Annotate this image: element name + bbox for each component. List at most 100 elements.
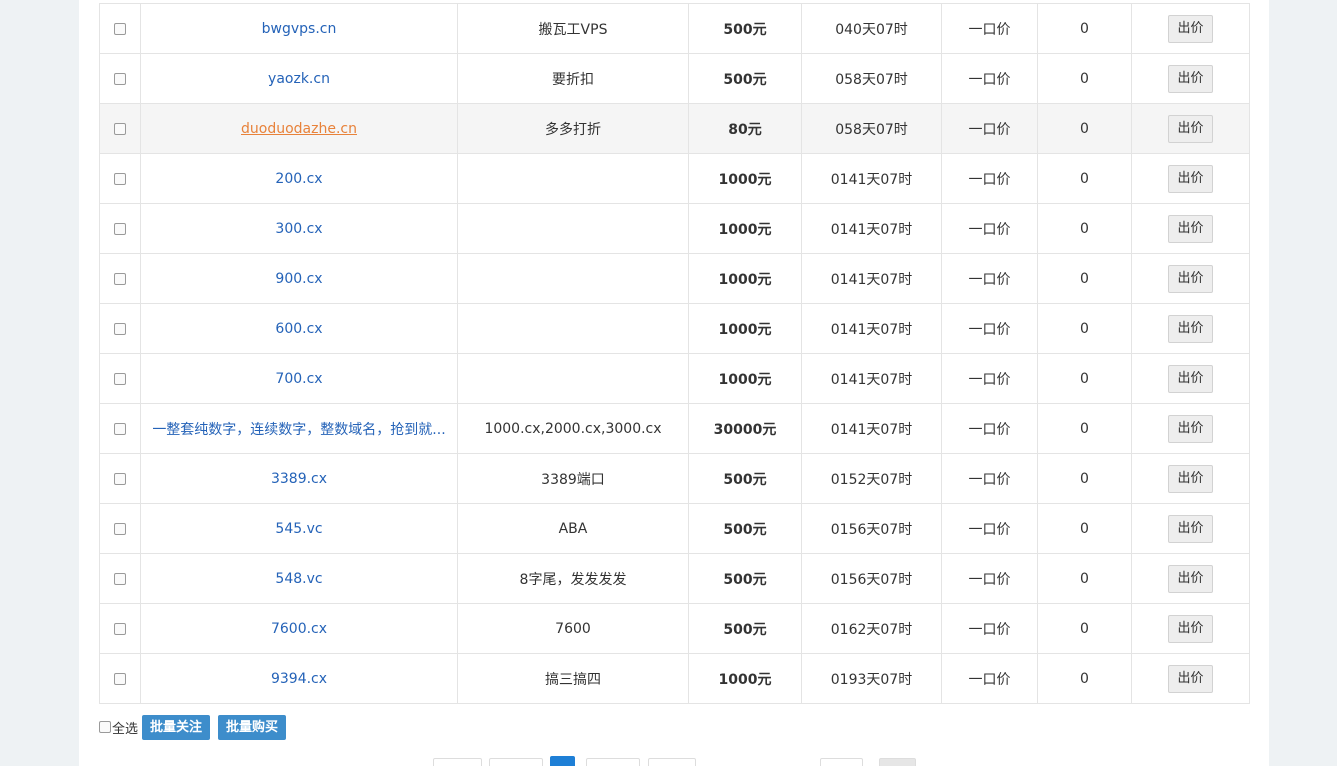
domain-link[interactable]: 7600.cx <box>271 621 327 637</box>
pagination-goto-button[interactable] <box>879 758 916 766</box>
row-checkbox[interactable] <box>114 322 126 335</box>
price: 1000元 <box>718 171 772 188</box>
row-checkbox[interactable] <box>114 272 126 285</box>
bid-button[interactable]: 出价 <box>1168 214 1213 243</box>
pagination-current-page[interactable] <box>550 756 575 766</box>
pagination-goto-input[interactable] <box>820 758 863 766</box>
row-checkbox[interactable] <box>114 422 126 435</box>
domain-link[interactable]: 一整套纯数字，连续数字，整数域名，抢到就... <box>152 422 445 438</box>
table-row: 7600.cx 7600 500元 0162天07时 一口价 0 出价 <box>99 603 1250 654</box>
bid-button[interactable]: 出价 <box>1168 114 1213 143</box>
domain-link[interactable]: 545.vc <box>275 521 322 537</box>
action-cell: 出价 <box>1131 153 1250 204</box>
domain-link[interactable]: 3389.cx <box>271 471 327 487</box>
row-checkbox[interactable] <box>114 572 126 585</box>
bid-button[interactable]: 出价 <box>1168 264 1213 293</box>
bid-button[interactable]: 出价 <box>1168 314 1213 343</box>
row-checkbox[interactable] <box>114 222 126 235</box>
bid-button[interactable]: 出价 <box>1168 14 1213 43</box>
bid-count-cell: 0 <box>1037 103 1132 154</box>
remaining-time-cell: 058天07时 <box>801 103 942 154</box>
description-cell <box>457 203 689 254</box>
domain-link[interactable]: 700.cx <box>275 371 322 387</box>
price: 500元 <box>723 521 767 538</box>
price-cell: 500元 <box>688 553 802 604</box>
description-cell: 搞三搞四 <box>457 653 689 704</box>
remaining-time-cell: 0156天07时 <box>801 553 942 604</box>
price: 500元 <box>723 21 767 38</box>
row-checkbox[interactable] <box>114 172 126 185</box>
table-row: 548.vc 8字尾，发发发发 500元 0156天07时 一口价 0 出价 <box>99 553 1250 604</box>
domain-cell: 一整套纯数字，连续数字，整数域名，抢到就... <box>140 403 458 454</box>
pagination-prev[interactable] <box>489 758 543 766</box>
row-checkbox-cell <box>99 603 141 654</box>
bid-button[interactable]: 出价 <box>1168 364 1213 393</box>
domain-link[interactable]: 9394.cx <box>271 671 327 687</box>
sale-type-cell: 一口价 <box>941 353 1038 404</box>
row-checkbox[interactable] <box>114 122 126 135</box>
domain-link[interactable]: 200.cx <box>275 171 322 187</box>
pagination-last[interactable] <box>648 758 696 766</box>
domain-link[interactable]: 900.cx <box>275 271 322 287</box>
content-panel: bwgvps.cn 搬瓦工VPS 500元 040天07时 一口价 0 出价 yaozk.cn… <box>79 0 1269 766</box>
row-checkbox[interactable] <box>114 522 126 535</box>
domain-link[interactable]: bwgvps.cn <box>262 21 337 37</box>
price-cell: 1000元 <box>688 303 802 354</box>
row-checkbox[interactable] <box>114 72 126 85</box>
sale-type-cell: 一口价 <box>941 453 1038 504</box>
table-body: bwgvps.cn 搬瓦工VPS 500元 040天07时 一口价 0 出价 yaozk.cn… <box>99 3 1250 704</box>
bid-count-cell: 0 <box>1037 53 1132 104</box>
domain-link[interactable]: 600.cx <box>275 321 322 337</box>
bid-button[interactable]: 出价 <box>1168 514 1213 543</box>
remaining-time-cell: 040天07时 <box>801 3 942 54</box>
sale-type-cell: 一口价 <box>941 103 1038 154</box>
bid-button[interactable]: 出价 <box>1168 414 1213 443</box>
row-checkbox[interactable] <box>114 372 126 385</box>
row-checkbox[interactable] <box>114 472 126 485</box>
table-row: 9394.cx 搞三搞四 1000元 0193天07时 一口价 0 出价 <box>99 653 1250 704</box>
bid-button[interactable]: 出价 <box>1168 664 1213 693</box>
bid-button[interactable]: 出价 <box>1168 164 1213 193</box>
bid-button[interactable]: 出价 <box>1168 614 1213 643</box>
description-cell: 7600 <box>457 603 689 654</box>
table-row: 一整套纯数字，连续数字，整数域名，抢到就... 1000.cx,2000.cx,3… <box>99 403 1250 454</box>
domain-link[interactable]: 548.vc <box>275 571 322 587</box>
row-checkbox-cell <box>99 303 141 354</box>
domain-cell: 700.cx <box>140 353 458 404</box>
batch-buy-button[interactable]: 批量购买 <box>218 714 287 740</box>
remaining-time-cell: 0141天07时 <box>801 403 942 454</box>
sale-type-cell: 一口价 <box>941 253 1038 304</box>
price: 80元 <box>728 121 762 138</box>
action-cell: 出价 <box>1131 603 1250 654</box>
remaining-time-cell: 0156天07时 <box>801 503 942 554</box>
action-cell: 出价 <box>1131 503 1250 554</box>
description-cell: 多多打折 <box>457 103 689 154</box>
pagination-next[interactable] <box>586 758 640 766</box>
action-cell: 出价 <box>1131 353 1250 404</box>
row-checkbox[interactable] <box>114 622 126 635</box>
domain-cell: 7600.cx <box>140 603 458 654</box>
price: 1000元 <box>718 321 772 338</box>
domain-link[interactable]: yaozk.cn <box>268 71 330 87</box>
price: 1000元 <box>718 221 772 238</box>
domain-link[interactable]: duoduodazhe.cn <box>241 121 357 137</box>
row-checkbox[interactable] <box>114 672 126 685</box>
domain-link[interactable]: 300.cx <box>275 221 322 237</box>
pagination-first[interactable] <box>433 758 482 766</box>
bid-count-cell: 0 <box>1037 353 1132 404</box>
row-checkbox-cell <box>99 253 141 304</box>
domain-cell: 200.cx <box>140 153 458 204</box>
row-checkbox[interactable] <box>114 22 126 35</box>
domain-cell: duoduodazhe.cn <box>140 103 458 154</box>
bid-button[interactable]: 出价 <box>1168 64 1213 93</box>
select-all-checkbox[interactable] <box>99 721 111 733</box>
row-checkbox-cell <box>99 553 141 604</box>
action-cell: 出价 <box>1131 653 1250 704</box>
bid-button[interactable]: 出价 <box>1168 464 1213 493</box>
action-cell: 出价 <box>1131 203 1250 254</box>
description-cell <box>457 153 689 204</box>
row-checkbox-cell <box>99 503 141 554</box>
action-cell: 出价 <box>1131 553 1250 604</box>
batch-follow-button[interactable]: 批量关注 <box>142 714 211 740</box>
bid-button[interactable]: 出价 <box>1168 564 1213 593</box>
